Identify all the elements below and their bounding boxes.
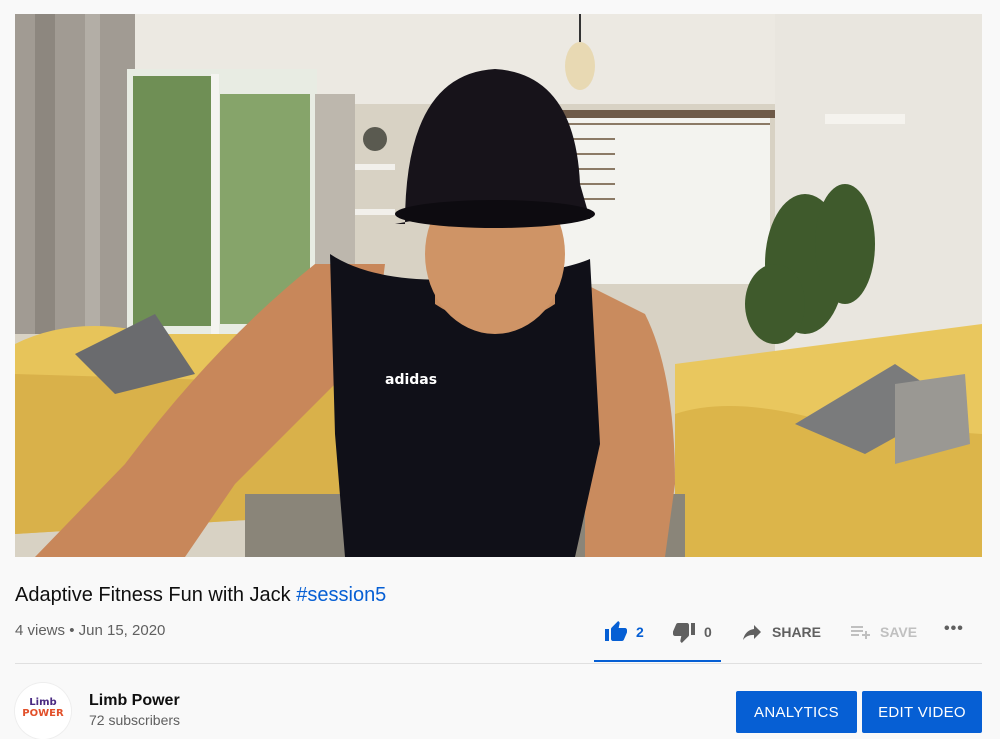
subscriber-count: 72 subscribers: [89, 712, 181, 728]
video-title-text: Adaptive Fitness Fun with Jack: [15, 584, 291, 606]
dislike-button[interactable]: 0: [672, 620, 712, 644]
channel-logo: Limb POWER: [15, 683, 71, 739]
thumbs-down-icon: [673, 623, 695, 643]
share-button[interactable]: SHARE: [740, 620, 821, 644]
more-horizontal-icon: •••: [944, 620, 964, 637]
shirt-logo: adidas: [385, 372, 437, 388]
divider: [15, 663, 982, 664]
edit-video-button[interactable]: EDIT VIDEO: [862, 691, 982, 733]
video-meta: 4 views • Jun 15, 2020: [15, 622, 165, 639]
save-label: SAVE: [880, 624, 918, 640]
like-button[interactable]: 2: [604, 620, 644, 644]
save-button[interactable]: SAVE: [848, 620, 917, 644]
meta-separator: •: [69, 622, 75, 639]
svg-text:Limb: Limb: [29, 697, 56, 708]
thumbs-up-icon: [605, 621, 627, 641]
hashtag-link[interactable]: #session5: [296, 584, 386, 606]
video-frame: adidas: [15, 14, 982, 557]
svg-text:POWER: POWER: [22, 708, 64, 719]
video-player[interactable]: adidas: [15, 14, 982, 557]
view-count: 4 views: [15, 622, 66, 639]
channel-name[interactable]: Limb Power: [89, 692, 180, 710]
like-count: 2: [636, 624, 644, 640]
video-title: Adaptive Fitness Fun with Jack #session5: [15, 582, 386, 608]
dislike-count: 0: [704, 624, 712, 640]
publish-date: Jun 15, 2020: [78, 622, 166, 639]
more-actions-button[interactable]: •••: [944, 620, 964, 638]
channel-avatar[interactable]: Limb POWER: [15, 683, 71, 739]
share-arrow-icon: [743, 625, 761, 640]
like-sentiment-bar: [594, 660, 721, 662]
share-label: SHARE: [772, 624, 822, 640]
analytics-button[interactable]: ANALYTICS: [736, 691, 857, 733]
playlist-add-icon: [851, 626, 870, 639]
